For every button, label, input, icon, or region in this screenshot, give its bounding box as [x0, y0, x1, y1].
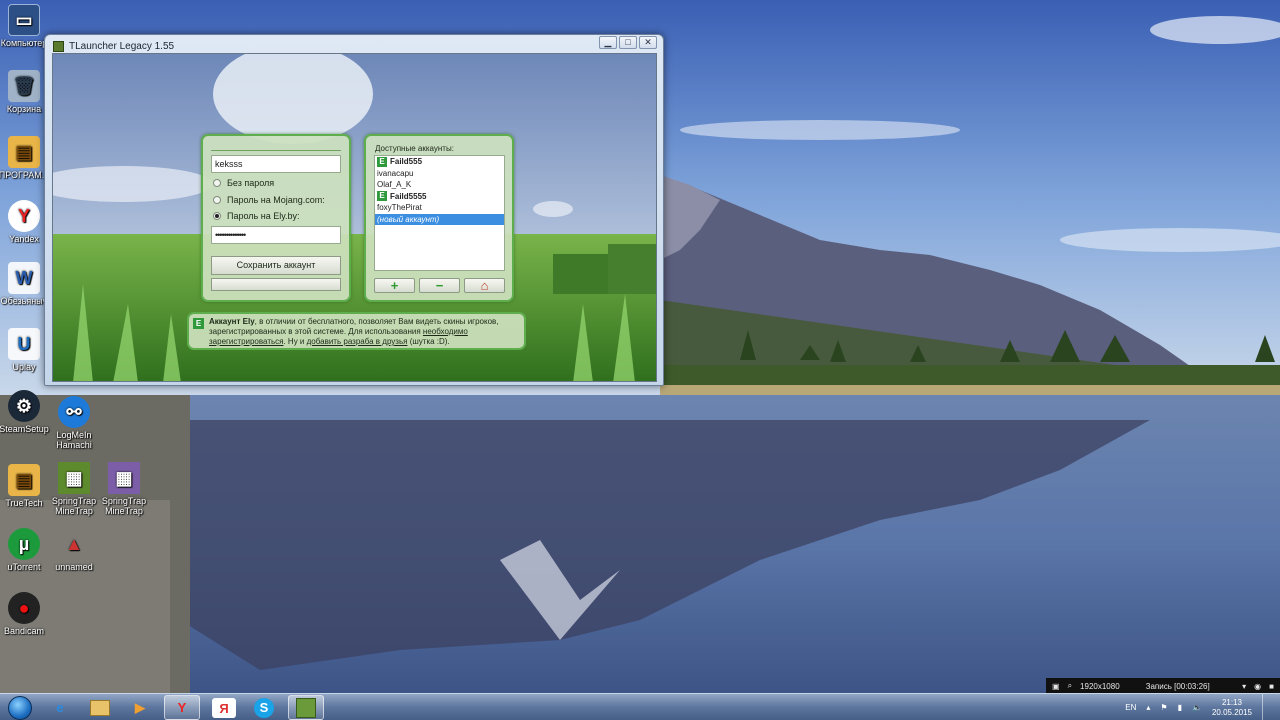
language-indicator[interactable]: EN	[1125, 703, 1136, 712]
save-account-button[interactable]: Сохранить аккаунт	[211, 256, 341, 275]
home-button[interactable]: ⌂	[464, 278, 505, 293]
folder-icon: ▤	[8, 464, 40, 496]
image-icon: ▲	[65, 534, 83, 554]
uplay-icon: U	[8, 328, 40, 360]
hamachi-icon: ⚯	[58, 396, 90, 428]
radio-mojang-password[interactable]: Пароль на Mojang.com:	[213, 195, 325, 205]
window-icon: ▣	[1052, 681, 1060, 691]
accounts-actions: + − ⌂	[374, 278, 505, 293]
dropdown-icon[interactable]: ▾	[1242, 682, 1246, 691]
account-item[interactable]: Olaf_A_K	[375, 179, 504, 191]
close-button[interactable]: ✕	[639, 36, 657, 49]
media-player-icon: ▶	[135, 699, 145, 715]
camera-icon[interactable]: ◉	[1254, 682, 1261, 691]
desktop-icon-springtrap-2[interactable]: ▦ SpringTrap MineTrap	[94, 462, 154, 516]
system-tray: EN ▴ ⚑ ▮ 🔈 21:13 20.05.2015	[1125, 694, 1272, 720]
folder-icon: ▤	[8, 136, 40, 168]
show-desktop-button[interactable]	[1262, 694, 1272, 720]
word-document-icon: W	[8, 262, 40, 294]
recording-overlay: ▣ ⌕ 1920x1080 Запись [00:03:26] ▾ ◉ ■	[1046, 678, 1280, 694]
desktop-icon-bandicam[interactable]: ● Bandicam	[0, 592, 54, 636]
password-input[interactable]: ••••••••••••••	[211, 226, 341, 244]
tlauncher-window: TLauncher Legacy 1.55 ▁ □ ✕ keksss Без п…	[44, 34, 664, 386]
explorer-folder-icon	[90, 699, 110, 716]
radio-indicator	[213, 179, 221, 187]
radio-ely-password[interactable]: Пароль на Ely.by:	[213, 211, 300, 221]
steam-icon: ⚙	[8, 390, 40, 422]
windows-logo-icon	[8, 695, 32, 720]
accounts-panel: Доступные аккаунты: E Faild555 ivanacapu…	[364, 134, 514, 302]
yandex-browser-icon: Y	[177, 700, 187, 715]
recording-resolution: 1920x1080	[1080, 681, 1120, 691]
play-button[interactable]	[211, 278, 341, 291]
computer-icon: ▭	[8, 4, 40, 36]
add-friend-link[interactable]: добавить разраба в друзья	[307, 337, 408, 346]
ely-badge-icon: E	[377, 156, 387, 167]
taskbar-yandex[interactable]: Я	[212, 698, 236, 718]
taskbar: e ▶ Y Я S EN ▴ ⚑ ▮ 🔈 21:13 20.05.2015	[0, 693, 1280, 720]
clock[interactable]: 21:13 20.05.2015	[1212, 698, 1252, 718]
accounts-list[interactable]: E Faild555 ivanacapu Olaf_A_K E Faild555…	[374, 155, 505, 271]
account-item[interactable]: E Faild555	[375, 156, 504, 168]
taskbar-internet-explorer[interactable]: e	[42, 695, 78, 720]
ely-badge-icon: E	[377, 191, 387, 202]
account-item[interactable]: foxyThePirat	[375, 202, 504, 214]
flag-icon[interactable]: ⚑	[1160, 703, 1167, 712]
desktop-icon-hamachi[interactable]: ⚯ LogMeIn Hamachi	[44, 396, 104, 450]
minecraft-skin-icon: ▦	[58, 462, 90, 494]
account-item[interactable]: ivanacapu	[375, 168, 504, 180]
ely-logo-icon: E	[193, 318, 204, 329]
launcher-background: keksss Без пароля Пароль на Mojang.com: …	[52, 53, 657, 382]
window-controls: ▁ □ ✕	[599, 36, 657, 49]
remove-account-button[interactable]: −	[419, 278, 460, 293]
internet-explorer-icon: e	[56, 700, 64, 715]
taskbar-media-player[interactable]: ▶	[122, 695, 158, 720]
volume-icon[interactable]: 🔈	[1192, 703, 1202, 712]
minecraft-icon	[296, 697, 316, 718]
yandex-browser-icon: Y	[8, 200, 40, 232]
skype-icon: S	[254, 697, 274, 718]
window-titlebar[interactable]: TLauncher Legacy 1.55	[53, 38, 174, 54]
utorrent-icon: µ	[8, 528, 40, 560]
recording-status: Запись [00:03:26]	[1145, 681, 1210, 691]
username-input[interactable]: keksss	[211, 155, 341, 173]
radio-no-password[interactable]: Без пароля	[213, 178, 274, 188]
accounts-label: Доступные аккаунты:	[375, 144, 454, 153]
window-title: TLauncher Legacy 1.55	[69, 40, 175, 52]
taskbar-minecraft[interactable]	[288, 695, 324, 720]
radio-indicator	[213, 196, 221, 204]
desktop-icon-unnamed[interactable]: ▲ unnamed	[44, 528, 104, 572]
radio-indicator-selected	[213, 212, 221, 220]
minimize-button[interactable]: ▁	[599, 36, 617, 49]
add-account-button[interactable]: +	[374, 278, 415, 293]
taskbar-yandex-browser[interactable]: Y	[164, 695, 200, 720]
stop-icon[interactable]: ■	[1269, 682, 1274, 691]
taskbar-skype[interactable]: S	[246, 695, 282, 720]
yandex-icon: Я	[219, 700, 229, 716]
network-icon[interactable]: ▮	[1178, 703, 1182, 712]
panel-divider	[211, 150, 341, 151]
bandicam-icon: ●	[8, 592, 40, 624]
account-item[interactable]: E Faild5555	[375, 191, 504, 203]
recycle-bin-icon: 🗑	[8, 70, 40, 102]
search-icon: ⌕	[1067, 681, 1073, 690]
minecraft-skin-icon: ▦	[108, 462, 140, 494]
start-button[interactable]	[3, 694, 37, 720]
account-item-new[interactable]: (новый аккаунт)	[375, 213, 504, 225]
tray-expand-icon[interactable]: ▴	[1146, 703, 1150, 712]
taskbar-explorer[interactable]	[82, 695, 118, 720]
tlauncher-icon	[53, 40, 64, 52]
maximize-button[interactable]: □	[619, 36, 637, 49]
ely-info-box: E Аккаунт Ely, в отличии от бесплатного,…	[187, 312, 526, 350]
login-panel: keksss Без пароля Пароль на Mojang.com: …	[201, 134, 351, 302]
